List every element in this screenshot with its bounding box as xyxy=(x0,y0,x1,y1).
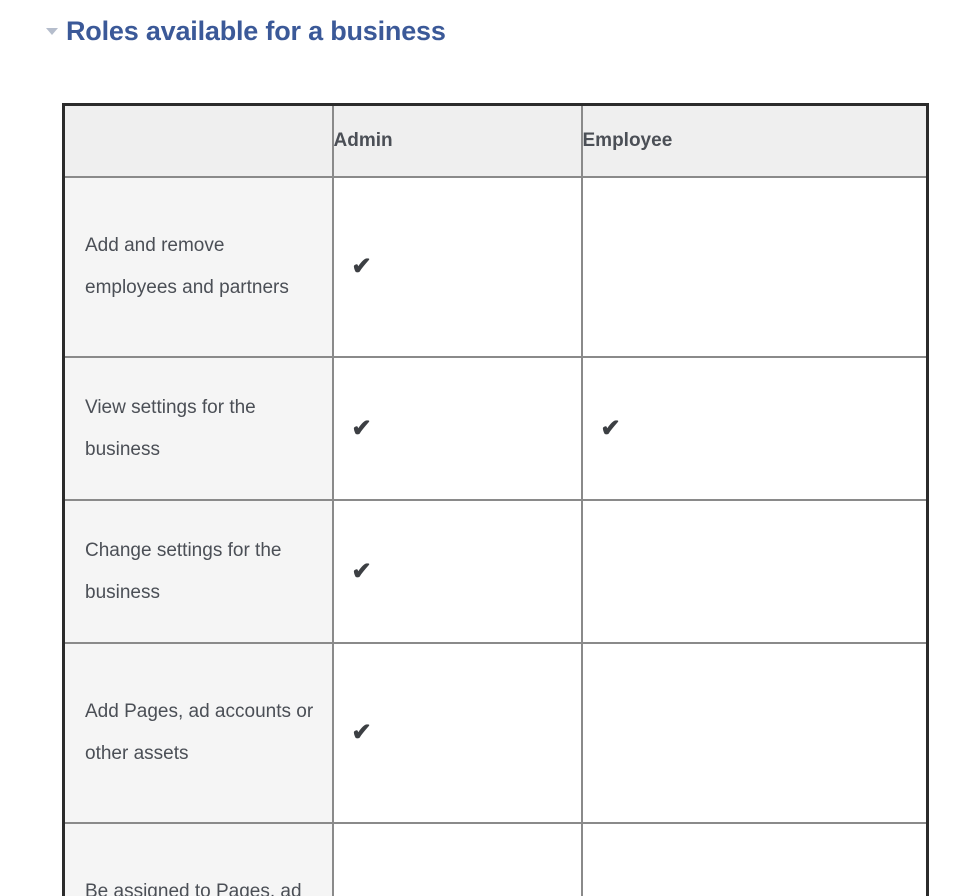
table-body: Add and remove employees and partners ✔ … xyxy=(62,176,929,896)
employee-permission-cell: ✔ xyxy=(580,822,929,896)
column-header-feature xyxy=(62,103,334,178)
roles-permissions-table: Admin Employee Add and remove employees … xyxy=(62,103,929,896)
employee-permission-cell: ✔ xyxy=(580,176,929,358)
table-row: Add and remove employees and partners ✔ … xyxy=(62,176,929,358)
triangle-down-icon[interactable] xyxy=(46,28,58,35)
section-header[interactable]: Roles available for a business xyxy=(46,14,446,48)
check-icon: ✔ xyxy=(351,557,372,585)
check-icon: ✔ xyxy=(351,414,372,442)
column-header-admin: Admin xyxy=(331,103,583,178)
table-header-row: Admin Employee xyxy=(62,103,929,178)
admin-permission-cell: ✔ xyxy=(331,642,583,824)
check-icon: ✔ xyxy=(600,414,621,442)
employee-permission-cell: ✔ xyxy=(580,499,929,644)
feature-label: Add Pages, ad accounts or other assets xyxy=(62,642,334,824)
admin-permission-cell: ✔ xyxy=(331,499,583,644)
roles-table-container: Admin Employee Add and remove employees … xyxy=(62,103,929,896)
page-title: Roles available for a business xyxy=(66,16,446,46)
admin-permission-cell: ✔ xyxy=(331,822,583,896)
feature-label: View settings for the business xyxy=(62,356,334,501)
check-icon: ✔ xyxy=(351,719,372,746)
employee-permission-cell: ✔ xyxy=(580,356,929,501)
table-row: Add Pages, ad accounts or other assets ✔… xyxy=(62,642,929,824)
admin-permission-cell: ✔ xyxy=(331,356,583,501)
feature-label: Be assigned to Pages, ad accounts or oth… xyxy=(62,822,334,896)
feature-label: Add and remove employees and partners xyxy=(62,176,334,358)
admin-permission-cell: ✔ xyxy=(331,176,583,358)
feature-label: Change settings for the business xyxy=(62,499,334,644)
table-row: View settings for the business ✔ ✔ xyxy=(62,356,929,501)
employee-permission-cell: ✔ xyxy=(580,642,929,824)
check-icon: ✔ xyxy=(351,253,372,280)
column-header-employee: Employee xyxy=(580,103,929,178)
table-header: Admin Employee xyxy=(62,103,929,178)
table-row: Be assigned to Pages, ad accounts or oth… xyxy=(62,822,929,896)
table-row: Change settings for the business ✔ ✔ xyxy=(62,499,929,644)
page-root: Roles available for a business Admin Emp… xyxy=(0,0,972,896)
